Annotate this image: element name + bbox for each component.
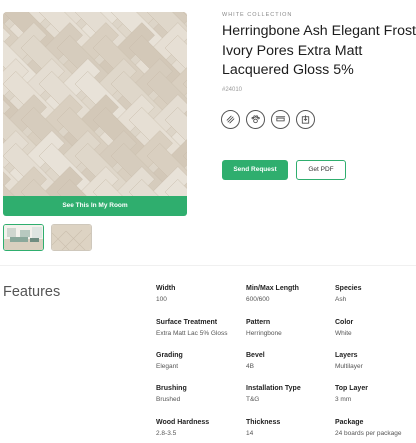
spec-value: 3 mm	[335, 396, 352, 403]
product-title: Herringbone Ash Elegant Frost Ivory Pore…	[222, 23, 416, 78]
install-icon	[296, 110, 315, 129]
spec-value: 100	[156, 296, 167, 303]
spec-value: Herringbone	[246, 330, 282, 337]
spec-label: Layers	[335, 352, 358, 359]
get-pdf-button[interactable]: Get PDF	[296, 160, 346, 180]
spec-brushing: Brushing Brushed	[156, 384, 246, 404]
spec-value: 24 boards per package	[335, 430, 402, 437]
spec-label: Width	[156, 285, 176, 292]
spec-value: 2.8-3.5	[156, 430, 177, 437]
spec-value: Multilayer	[335, 363, 363, 370]
collection-label: WHITE COLLECTION	[222, 12, 293, 18]
spec-value: 14	[246, 430, 254, 437]
spec-label: Top Layer	[335, 385, 368, 392]
floor-closeup-image	[52, 225, 91, 250]
spec-value: Elegant	[156, 363, 179, 370]
product-image[interactable]	[3, 12, 187, 196]
spec-value: 4B	[246, 363, 254, 370]
spec-package: Package 24 boards per package	[335, 418, 416, 438]
spec-pattern: Pattern Herringbone	[246, 318, 336, 338]
spec-label: Species	[335, 285, 362, 292]
spec-label: Grading	[156, 352, 183, 359]
spec-layers: Layers Multilayer	[335, 351, 416, 371]
spec-length: Min/Max Length 600/600	[246, 284, 336, 304]
spec-value: White	[335, 330, 352, 337]
room-scene-image	[4, 225, 43, 250]
spec-value: Ash	[335, 296, 347, 303]
send-request-button[interactable]: Send Request	[222, 160, 288, 180]
spec-label: Color	[335, 319, 354, 326]
spec-surface-treatment: Surface Treatment Extra Matt Lac 5% Glos…	[156, 318, 246, 338]
underfloor-heating-icon	[221, 110, 240, 129]
spec-label: Bevel	[246, 352, 265, 359]
dimensions-icon	[271, 110, 290, 129]
spec-label: Min/Max Length	[246, 285, 299, 292]
spec-species: Species Ash	[335, 284, 416, 304]
pet-friendly-icon	[246, 110, 265, 129]
spec-label: Thickness	[246, 419, 281, 426]
spec-grading: Grading Elegant	[156, 351, 246, 371]
spec-wood-hardness: Wood Hardness 2.8-3.5	[156, 418, 246, 438]
spec-thickness: Thickness 14	[246, 418, 336, 438]
spec-width: Width 100	[156, 284, 246, 304]
spec-installation-type: Installation Type T&G	[246, 384, 336, 404]
spec-label: Package	[335, 419, 364, 426]
spec-label: Surface Treatment	[156, 319, 218, 326]
spec-label: Pattern	[246, 319, 271, 326]
see-in-my-room-button[interactable]: See This In My Room	[3, 196, 187, 216]
spec-label: Installation Type	[246, 385, 301, 392]
spec-label: Brushing	[156, 385, 187, 392]
spec-value: 600/600	[246, 296, 270, 303]
thumbnail-room[interactable]	[3, 224, 44, 251]
spec-color: Color White	[335, 318, 416, 338]
features-heading: Features	[3, 284, 61, 300]
spec-value: T&G	[246, 396, 260, 403]
feature-icons	[221, 110, 315, 129]
thumbnail-floor[interactable]	[51, 224, 92, 251]
spec-bevel: Bevel 4B	[246, 351, 336, 371]
herringbone-floor-image	[3, 12, 187, 196]
spec-label: Wood Hardness	[156, 419, 210, 426]
section-divider	[0, 265, 416, 266]
spec-top-layer: Top Layer 3 mm	[335, 384, 416, 404]
product-sku: #24010	[222, 87, 243, 93]
spec-value: Brushed	[156, 396, 181, 403]
spec-value: Extra Matt Lac 5% Gloss	[156, 330, 228, 337]
